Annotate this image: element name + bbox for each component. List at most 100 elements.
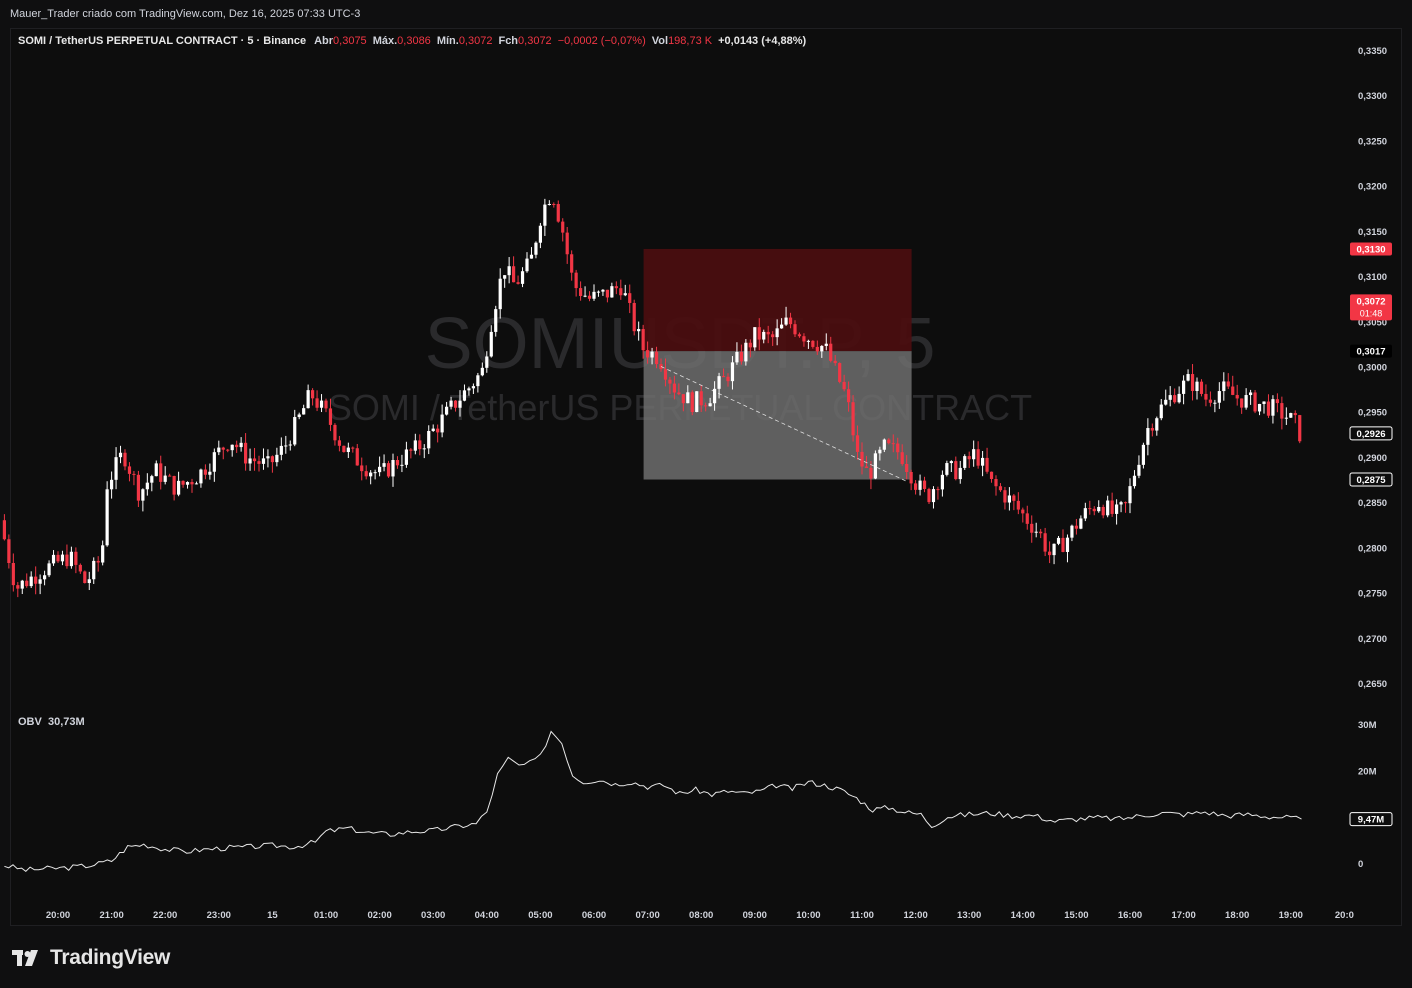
obv-pane: 30M 20M 0 9,47M (4, 720, 1393, 872)
position-tool[interactable] (643, 248, 912, 480)
time-tick-label: 20:0 (1335, 910, 1354, 921)
candle-body (1173, 395, 1177, 403)
legend-close-label: Fch (498, 35, 519, 47)
candle-body (677, 392, 681, 395)
candle-body (918, 480, 922, 490)
time-tick-label: 02:00 (367, 910, 391, 921)
legend-symbol[interactable]: SOMI / TetherUS PERPETUAL CONTRACT · 5 ·… (18, 35, 306, 47)
candle-body (239, 442, 243, 448)
time-tick-label: 21:00 (99, 910, 123, 921)
candle-body (668, 379, 672, 384)
candle-body (154, 463, 158, 477)
candle-body (797, 334, 802, 337)
time-tick-label: 15:00 (1064, 910, 1088, 921)
candle-body (190, 482, 194, 485)
candle-body (118, 452, 123, 458)
candle-body (614, 286, 618, 289)
candle-body (145, 482, 149, 490)
candle-body (199, 469, 203, 484)
price-axis[interactable]: 0,3350 0,3300 0,3250 0,3200 0,3150 0,3100 0,30… (1349, 46, 1393, 690)
candle-body (833, 360, 837, 364)
candle-body (386, 463, 391, 477)
candle-body (1289, 413, 1293, 418)
candle-body (136, 474, 140, 501)
obv-label: OBV (18, 716, 42, 728)
candle-body (967, 456, 971, 460)
candle-body (257, 461, 261, 464)
candle-body (762, 331, 766, 340)
candle-body (25, 580, 29, 587)
candle-body (771, 334, 775, 338)
candle-body (235, 444, 239, 448)
price-tick-label: 0,3000 (1358, 363, 1387, 374)
candle-body (1164, 399, 1168, 405)
candle-body (284, 445, 288, 447)
candle-body (449, 400, 453, 407)
candle-body (373, 472, 377, 474)
candle-body (583, 295, 587, 297)
candle-body (1021, 509, 1025, 514)
candle-body (1150, 428, 1154, 431)
candle-body (56, 554, 60, 562)
candle-body (1177, 393, 1181, 403)
time-tick-label: 09:00 (743, 910, 767, 921)
candle-body (427, 430, 431, 449)
candle-body (458, 400, 462, 408)
candle-body (1088, 508, 1092, 510)
candle-body (1034, 531, 1038, 533)
candle-body (364, 471, 368, 477)
brand[interactable]: TradingView (12, 946, 170, 970)
candle-body (1025, 513, 1029, 524)
candle-body (1271, 399, 1275, 416)
candle-body (954, 461, 958, 480)
candle-body (896, 443, 900, 453)
candle-body (802, 336, 806, 342)
time-tick-label: 11:00 (850, 910, 874, 921)
candle-body (503, 275, 507, 279)
time-tick-label: 08:00 (689, 910, 713, 921)
candle-body (1052, 543, 1056, 556)
candle-body (565, 232, 569, 255)
candle-body (203, 469, 207, 475)
bottom-bar (0, 928, 1412, 988)
time-tick-label: 03:00 (421, 910, 445, 921)
candle-body (900, 452, 904, 464)
obv-legend: OBV 30,73M (18, 716, 85, 728)
candle-body (29, 576, 33, 587)
candle-body (69, 551, 73, 567)
candle-body (221, 447, 225, 450)
candle-body (587, 295, 592, 299)
candle-body (311, 390, 315, 399)
candle-body (360, 465, 364, 472)
time-tick-label: 19:00 (1279, 910, 1303, 921)
candle-body (333, 424, 337, 441)
candle-body (163, 475, 167, 482)
candle-body (1016, 500, 1020, 510)
price-marker-label: 0,2875 (1356, 475, 1386, 486)
candle-body (981, 457, 985, 466)
candle-body (369, 472, 373, 477)
candle-body (1284, 417, 1288, 419)
candle-body (847, 389, 851, 403)
candle-body (507, 266, 511, 276)
chart-canvas[interactable]: SOMIUSDT.P, 5 SOMI / TetherUS PERPETUAL … (0, 0, 1412, 988)
candle-body (936, 489, 940, 491)
time-axis[interactable]: 20:00 21:00 22:00 23:00 15 01:00 02:00 03:00 04:… (46, 910, 1354, 921)
time-tick-label: 07:00 (635, 910, 659, 921)
candle-body (110, 479, 114, 490)
candle-body (422, 448, 426, 450)
candle-body (887, 439, 891, 444)
candle-body (127, 466, 132, 474)
obv-tick-label: 20M (1358, 766, 1377, 777)
price-tick-label: 0,2650 (1358, 679, 1387, 690)
candle-body (538, 225, 542, 243)
candle-body (699, 391, 703, 406)
candle-body (172, 475, 176, 495)
price-tick-label: 0,2750 (1358, 589, 1387, 600)
candle-body (717, 376, 721, 389)
price-marker-label: 0,3072 (1356, 296, 1385, 307)
candle-body (1092, 508, 1096, 512)
candle-body (114, 457, 118, 480)
obv-tick-label: 30M (1358, 720, 1377, 731)
candle-body (248, 458, 252, 464)
